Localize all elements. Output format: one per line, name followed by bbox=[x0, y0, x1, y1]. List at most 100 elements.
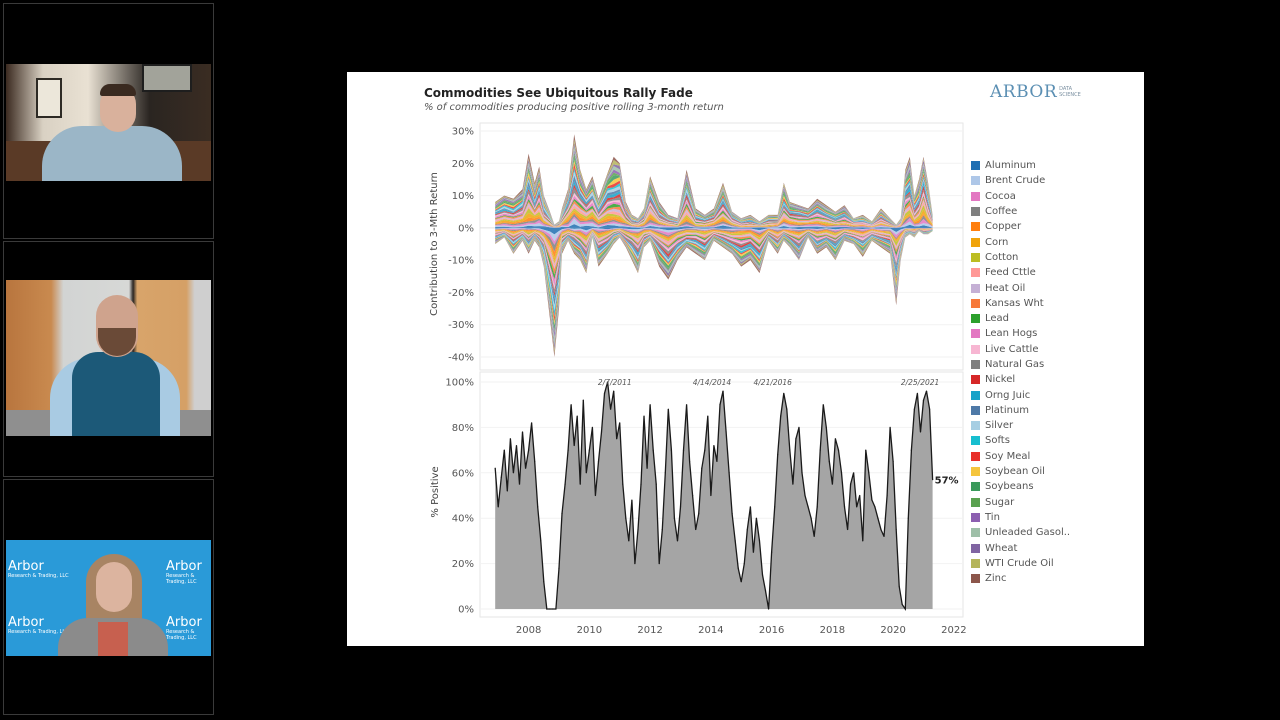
legend-swatch bbox=[971, 161, 980, 171]
x-tick-label: 2012 bbox=[637, 625, 662, 636]
legend-swatch bbox=[971, 451, 980, 461]
percent-positive-point bbox=[503, 449, 505, 451]
participant-video-3: Arbor Research & Trading, LLC Arbor Rese… bbox=[6, 540, 211, 656]
person-hair bbox=[100, 84, 136, 96]
person-vest bbox=[72, 352, 160, 436]
legend-swatch bbox=[971, 436, 980, 446]
percent-positive-point bbox=[667, 408, 669, 410]
percent-positive-point bbox=[546, 608, 548, 610]
percent-positive-point bbox=[710, 494, 712, 497]
backdrop-tagline: Research & Trading, LLC bbox=[166, 629, 197, 641]
percent-positive-point bbox=[707, 415, 709, 417]
legend-item-live-cattle: Live Cattle bbox=[971, 342, 1070, 357]
participant-tile-3[interactable]: Arbor Research & Trading, LLC Arbor Rese… bbox=[3, 479, 214, 715]
percent-positive-point bbox=[813, 535, 815, 537]
legend-item-kansas-wht: Kansas Wht bbox=[971, 296, 1070, 311]
percent-positive-point bbox=[679, 506, 682, 508]
percent-positive-point bbox=[576, 415, 578, 417]
legend-item-orng-juic: Orng Juic bbox=[971, 387, 1070, 402]
percent-positive-point bbox=[610, 408, 612, 410]
legend-swatch bbox=[971, 512, 980, 522]
percent-positive-point bbox=[868, 472, 870, 474]
legend-label: Lead bbox=[985, 313, 1010, 325]
percent-positive-area bbox=[495, 382, 933, 609]
percent-positive-point bbox=[637, 528, 639, 531]
percent-positive-point bbox=[649, 404, 651, 406]
percent-positive-point bbox=[613, 390, 615, 392]
legend-label: Sugar bbox=[985, 496, 1015, 508]
percent-positive-point bbox=[494, 467, 496, 469]
percent-positive-point bbox=[728, 472, 730, 474]
legend-label: Soy Meal bbox=[985, 450, 1031, 462]
bottom-chart: 100% 80% 60% 40% 20% 0% 2/7/2011 4/14/2014 4/21… bbox=[430, 371, 964, 618]
participant-tile-2[interactable] bbox=[3, 241, 214, 477]
legend-swatch bbox=[971, 252, 980, 262]
legend-item-lean-hogs: Lean Hogs bbox=[971, 326, 1070, 341]
top-y-tick-label: -20% bbox=[448, 288, 474, 299]
legend-swatch bbox=[971, 191, 980, 201]
bottom-y-tick-label: 100% bbox=[445, 378, 474, 389]
percent-positive-point bbox=[579, 483, 581, 485]
peak-date-annotation: 4/14/2014 bbox=[693, 378, 732, 387]
percent-positive-point bbox=[862, 540, 864, 542]
percent-positive-point bbox=[689, 460, 691, 463]
participant-video-1 bbox=[6, 64, 211, 181]
percent-positive-point bbox=[780, 415, 782, 417]
participant-tile-1[interactable] bbox=[3, 3, 214, 239]
legend-label: Softs bbox=[985, 435, 1010, 447]
legend-label: Nickel bbox=[985, 374, 1016, 386]
percent-positive-point bbox=[910, 449, 912, 451]
percent-positive-point bbox=[555, 608, 557, 610]
percent-positive-point bbox=[853, 472, 855, 474]
percent-positive-point bbox=[819, 449, 821, 451]
percent-positive-point bbox=[661, 528, 663, 531]
percent-positive-point bbox=[822, 404, 824, 406]
percent-positive-point bbox=[646, 467, 648, 469]
legend-swatch bbox=[971, 237, 980, 247]
legend-swatch bbox=[971, 329, 980, 339]
legend-label: Lean Hogs bbox=[985, 328, 1038, 340]
percent-positive-point bbox=[692, 494, 694, 497]
percent-positive-point bbox=[625, 517, 627, 519]
percent-positive-point bbox=[883, 535, 885, 537]
legend-swatch bbox=[971, 497, 980, 507]
percent-positive-point bbox=[670, 449, 672, 451]
legend-item-silver: Silver bbox=[971, 418, 1070, 433]
legend-item-nickel: Nickel bbox=[971, 372, 1070, 387]
legend-label: Brent Crude bbox=[985, 175, 1046, 187]
legend-label: Tin bbox=[985, 511, 1000, 523]
bottom-y-ticks: 100% 80% 60% 40% 20% 0% bbox=[445, 378, 474, 616]
percent-positive-point bbox=[634, 563, 636, 565]
legend-swatch bbox=[971, 405, 980, 415]
percent-positive-point bbox=[698, 513, 700, 515]
top-y-tick-label: 0% bbox=[458, 223, 474, 234]
percent-positive-point bbox=[898, 585, 900, 587]
legend-swatch bbox=[971, 543, 980, 553]
percent-positive-point bbox=[810, 517, 812, 519]
peak-date-annotation: 4/21/2016 bbox=[754, 378, 793, 387]
percent-positive-point bbox=[743, 563, 745, 565]
percent-positive-point bbox=[771, 551, 773, 553]
x-tick-label: 2018 bbox=[820, 625, 845, 636]
percent-positive-point bbox=[731, 513, 733, 515]
x-tick-label: 2010 bbox=[577, 625, 602, 636]
backdrop-brand: Arbor bbox=[166, 615, 202, 630]
legend-swatch bbox=[971, 558, 980, 568]
top-chart: 30% 20% 10% 0% -10% -20% -30% -40% Contribution… bbox=[429, 122, 964, 371]
legend-swatch bbox=[971, 421, 980, 431]
percent-positive-point bbox=[722, 390, 724, 392]
percent-positive-point bbox=[880, 528, 882, 531]
legend-swatch bbox=[971, 283, 980, 293]
percent-positive-point bbox=[561, 513, 563, 515]
percent-positive-point bbox=[719, 404, 721, 406]
legend-swatch bbox=[971, 375, 980, 385]
percent-positive-point bbox=[889, 426, 891, 428]
legend-item-platinum: Platinum bbox=[971, 403, 1070, 418]
percent-positive-point bbox=[828, 460, 830, 463]
x-tick-label: 2008 bbox=[516, 625, 541, 636]
percent-positive-point bbox=[874, 506, 876, 508]
legend-label: Cocoa bbox=[985, 190, 1016, 202]
backdrop-brand: Arbor bbox=[166, 559, 202, 574]
percent-positive-point bbox=[573, 444, 575, 447]
percent-positive-point bbox=[704, 449, 706, 451]
